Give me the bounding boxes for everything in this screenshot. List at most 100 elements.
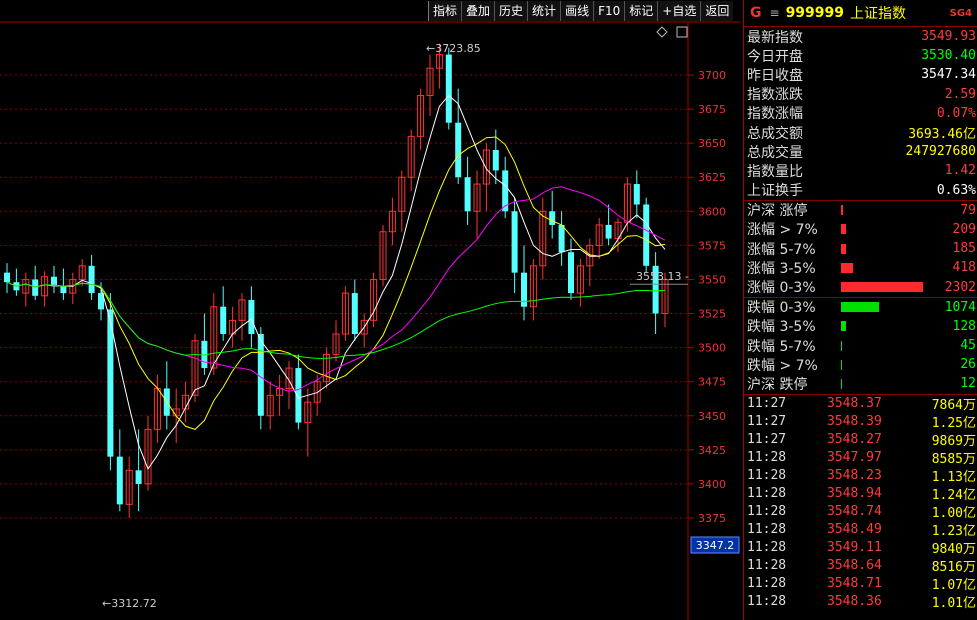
current-price-label: 3553.13 -: [636, 270, 689, 283]
down-bar: [841, 340, 842, 351]
tick-time: 11:27: [747, 396, 787, 412]
up-bar-wrap: [835, 262, 953, 273]
down-bar: [841, 302, 879, 313]
down-value: 26: [960, 357, 976, 373]
tick-row[interactable]: 11:27 3548.39 1.25亿: [744, 413, 977, 431]
y-tick-label: 3475: [698, 376, 726, 389]
candle-body-down: [605, 224, 612, 239]
up-label: 涨幅 0-3%: [747, 280, 816, 297]
down-row: 跌幅 3-5% 128: [744, 317, 977, 336]
tick-time: 11:27: [747, 432, 787, 448]
diamond-icon[interactable]: [656, 26, 668, 38]
up-row: 涨幅 5-7% 185: [744, 239, 977, 258]
tick-price: 3548.37: [827, 396, 882, 412]
tick-row[interactable]: 11:28 3547.97 8585万: [744, 449, 977, 467]
back-button[interactable]: 返回: [700, 1, 734, 21]
menu-icon[interactable]: ≡: [770, 6, 780, 20]
high-price-label: ←3723.85: [426, 42, 481, 55]
tick-volume: 8516万: [931, 560, 976, 576]
down-value: 12: [960, 376, 976, 392]
down-bar-wrap: [835, 321, 953, 332]
candle-body-down: [558, 224, 565, 253]
up-bar-wrap: [835, 205, 960, 216]
y-tick-label: 3525: [698, 308, 726, 321]
candle-body-down: [4, 272, 10, 283]
cursor-price-label: 3347.2: [696, 539, 735, 552]
stat-label: 上证换手: [747, 183, 803, 200]
tick-time: 11:28: [747, 540, 787, 556]
panel-header: G ≡ 999999 上证指数 SG4: [744, 0, 977, 27]
up-bar: [841, 205, 843, 216]
candle-body-down: [455, 122, 462, 178]
history-button[interactable]: 历史: [494, 1, 528, 21]
stock-code: 999999: [785, 5, 845, 21]
stat-value: 3693.46亿: [908, 127, 976, 143]
tick-time: 11:28: [747, 450, 787, 466]
tick-volume: 1.13亿: [931, 470, 976, 486]
tick-row[interactable]: 11:28 3548.94 1.24亿: [744, 485, 977, 503]
candle-body-down: [60, 286, 67, 294]
y-tick-label: 3500: [698, 342, 726, 355]
up-bar: [841, 224, 846, 235]
tick-row[interactable]: 11:28 3548.64 8516万: [744, 557, 977, 575]
tick-row[interactable]: 11:28 3548.49 1.23亿: [744, 521, 977, 539]
candle-body-down: [568, 252, 574, 294]
y-tick-label: 3400: [698, 478, 726, 491]
kline-chart-area[interactable]: 3700 3675 3650 3625 3600 3575 3550 3525 3500 3475…: [0, 0, 740, 620]
up-label: 涨幅 3-5%: [747, 260, 816, 277]
tick-price: 3548.71: [827, 576, 882, 592]
stat-value: 2.59: [944, 86, 976, 102]
stat-row: 总成交额 3693.46亿: [744, 123, 977, 143]
stat-label: 指数涨幅: [747, 106, 803, 123]
quote-panel: G ≡ 999999 上证指数 SG4 最新指数 3549.93 今日开盘 3530.…: [743, 0, 977, 620]
down-value: 45: [960, 338, 976, 354]
stat-row: 指数涨跌 2.59: [744, 85, 977, 104]
tick-time: 11:28: [747, 504, 787, 520]
y-tick-label: 3550: [698, 273, 726, 286]
mark-button[interactable]: 标记: [624, 1, 658, 21]
tick-row[interactable]: 11:28 3548.36 1.01亿: [744, 593, 977, 611]
add-watchlist-button[interactable]: +自选: [657, 1, 701, 21]
candle-body-down: [257, 333, 264, 416]
down-bar: [841, 378, 842, 389]
down-bar-wrap: [835, 378, 960, 389]
stat-row: 今日开盘 3530.40: [744, 46, 977, 65]
candle-body-down: [220, 306, 227, 334]
tick-row[interactable]: 11:27 3548.27 9869万: [744, 431, 977, 449]
candle-body-down: [511, 211, 518, 273]
tick-price: 3547.97: [827, 450, 882, 466]
down-row: 跌幅 > 7% 26: [744, 355, 977, 374]
down-bar-wrap: [835, 302, 945, 313]
tick-volume: 1.23亿: [931, 524, 976, 540]
tick-row[interactable]: 11:28 3548.23 1.13亿: [744, 467, 977, 485]
down-label: 跌幅 > 7%: [747, 357, 818, 374]
candle-body-down: [492, 149, 499, 171]
candle-body-down: [464, 177, 471, 212]
tick-volume: 8585万: [931, 452, 976, 468]
tick-time: 11:28: [747, 576, 787, 592]
draw-line-button[interactable]: 画线: [560, 1, 594, 21]
candle-body-down: [633, 184, 640, 205]
f10-button[interactable]: F10: [593, 1, 625, 21]
stat-row: 昨日收盘 3547.34: [744, 65, 977, 84]
kline-chart[interactable]: 3700 3675 3650 3625 3600 3575 3550 3525 3500 3475…: [0, 0, 740, 620]
tick-row[interactable]: 11:28 3549.11 9840万: [744, 539, 977, 557]
stat-label: 总成交额: [747, 125, 803, 142]
indicator-button[interactable]: 指标: [428, 1, 462, 21]
tick-row[interactable]: 11:27 3548.37 7864万: [744, 395, 977, 413]
y-tick-label: 3675: [698, 103, 726, 116]
statistics-button[interactable]: 统计: [527, 1, 561, 21]
rise-distribution: 沪深 涨停 79 涨幅 > 7% 209 涨幅 5-7% 185 涨幅 3-5% 418 涨幅 …: [744, 201, 977, 297]
overlay-button[interactable]: 叠加: [461, 1, 495, 21]
up-value: 79: [960, 202, 976, 218]
tick-row[interactable]: 11:28 3548.74 1.00亿: [744, 503, 977, 521]
down-bar: [841, 321, 846, 332]
candle-body-down: [643, 204, 650, 266]
tick-price: 3548.36: [827, 594, 882, 610]
tick-row[interactable]: 11:28 3548.71 1.07亿: [744, 575, 977, 593]
candle-body-down: [32, 279, 39, 296]
window-icon[interactable]: [676, 26, 688, 38]
down-bar: [841, 359, 842, 370]
g-badge[interactable]: G: [750, 5, 762, 21]
tick-list[interactable]: 11:27 3548.37 7864万 11:27 3548.39 1.25亿 11:27 3…: [744, 395, 977, 611]
